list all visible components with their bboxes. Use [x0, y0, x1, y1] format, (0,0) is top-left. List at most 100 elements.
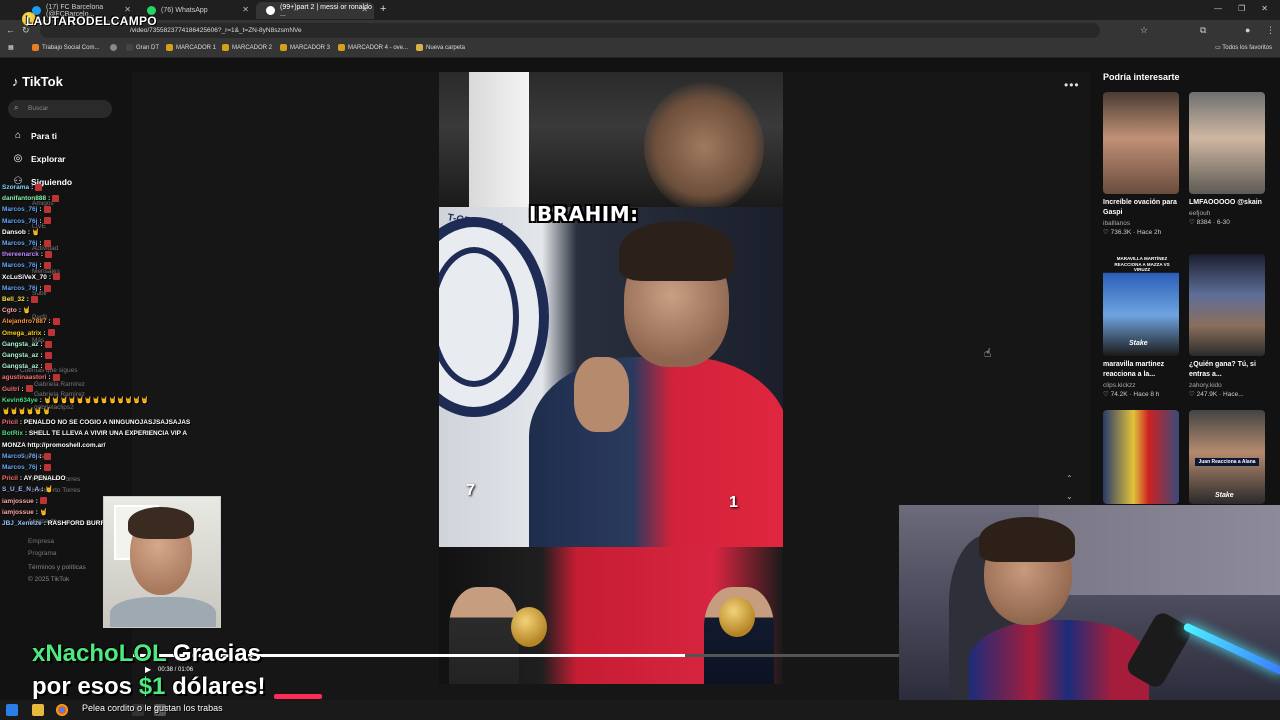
sidebar-faint-item[interactable]: Programa — [28, 550, 57, 557]
new-tab-button[interactable]: + — [380, 3, 386, 15]
chat-username[interactable]: Gangsta_az — [2, 363, 39, 370]
chat-text: : — [43, 329, 46, 337]
chat-username[interactable]: Kevin634ye — [2, 397, 38, 404]
recommended-author[interactable]: zahory.kido — [1189, 382, 1267, 389]
emote-icon — [35, 183, 43, 191]
bookmarks-bar: ▦ Trabajo Social Com... Gran DT MARCADOR… — [0, 41, 1280, 58]
chat-username[interactable]: iamjossue — [2, 509, 34, 516]
chat-username[interactable]: Marcos_76j — [2, 464, 37, 471]
home-icon: ⌂ — [14, 130, 22, 141]
emote-icon — [52, 374, 60, 382]
sidebar-item-label: Para ti — [31, 130, 57, 141]
chat-text: : — [39, 217, 42, 225]
video-player[interactable]: T-GERMAIN IBRAHIM: 7 1 — [439, 72, 783, 684]
tiktok-logo[interactable]: ♪ TikTok — [12, 74, 63, 89]
url-input[interactable]: /video/7355823774186425606?_r=1&_t=ZN-8y… — [40, 23, 1100, 38]
chat-username[interactable]: Gangsta_az — [2, 341, 39, 348]
chat-message: agustinaastori: — [2, 372, 202, 383]
chat-username[interactable]: thereenarck — [2, 251, 39, 258]
chat-username[interactable]: XcLuSiVeX_70 — [2, 274, 47, 281]
file-explorer-icon[interactable] — [32, 704, 44, 716]
chat-text: : — [40, 363, 43, 371]
back-icon[interactable]: ← — [6, 25, 15, 35]
chat-username[interactable]: Marcos_76j — [2, 262, 37, 269]
chat-username[interactable]: Omega_atrix — [2, 330, 41, 337]
chat-username[interactable]: JBJ_Xenelze — [2, 520, 42, 527]
windows-start-icon[interactable] — [6, 704, 18, 716]
close-icon[interactable]: ✕ — [242, 5, 249, 14]
star-icon[interactable]: ☆ — [1140, 25, 1148, 36]
emote-icon — [52, 273, 60, 281]
recommended-card[interactable]: MARAVILLA MARTÍNEZ REACCIONA A MAZZA VS … — [1103, 254, 1181, 398]
chat-username[interactable]: Pricil — [2, 419, 18, 426]
emote-icon — [30, 295, 38, 303]
chat-username[interactable]: Marcos_76j — [2, 285, 37, 292]
extensions-icon[interactable]: ⧉ — [1200, 25, 1206, 36]
all-bookmarks[interactable]: ▭ Todos los favoritos — [1215, 44, 1272, 51]
bookmark-item[interactable]: MARCADOR 2 — [222, 44, 272, 51]
bookmark-item[interactable] — [110, 44, 117, 51]
chat-username[interactable]: iamjossue — [2, 498, 34, 505]
chat-username[interactable]: Marcos_76j — [2, 206, 37, 213]
player-jersey — [529, 357, 783, 557]
chat-username[interactable]: Pricil — [2, 475, 18, 482]
maximize-icon[interactable]: ❐ — [1238, 4, 1245, 13]
chat-username[interactable]: Alejandro7887 — [2, 318, 46, 325]
apps-icon[interactable]: ▦ — [8, 44, 14, 51]
recommended-author[interactable]: clips.kickzz — [1103, 382, 1181, 389]
chat-username[interactable]: BotRix — [2, 430, 23, 437]
minimize-icon[interactable]: — — [1214, 4, 1222, 13]
scroll-down-icon[interactable]: ⌄ — [1066, 492, 1073, 501]
chat-username[interactable]: Cgto — [2, 307, 17, 314]
profile-icon[interactable]: ● — [1245, 25, 1250, 35]
close-icon[interactable]: ✕ — [361, 5, 368, 14]
menu-icon[interactable]: ⋮ — [1266, 25, 1275, 36]
chat-username[interactable]: Marcos_76j — [2, 218, 37, 225]
bookmark-item[interactable]: MARCADOR 3 — [280, 44, 330, 51]
chat-username[interactable]: danifanton888 — [2, 195, 46, 202]
more-options-icon[interactable]: ••• — [1064, 78, 1080, 92]
recommended-card[interactable]: ¿Quién gana? Tú, si entras a... zahory.k… — [1189, 254, 1267, 398]
chat-message: Szorama: — [2, 182, 202, 193]
recommended-card[interactable]: LMFAOOOOO @skain eefjouh ♡ 8384 · 6-30 — [1189, 92, 1267, 226]
chat-username[interactable]: Marcos_76j — [2, 453, 37, 460]
chat-username[interactable]: Gangsta_az — [2, 352, 39, 359]
bookmark-item[interactable]: Gran DT — [126, 44, 159, 51]
all-bookmarks-label: Todos los favoritos — [1222, 45, 1272, 51]
chat-username[interactable]: agustinaastori — [2, 374, 46, 381]
chat-message: BotRix: SHELL TE LLEVA A VIVIR UNA EXPER… — [2, 428, 202, 439]
bookmark-item[interactable]: MARCADOR 4 - ove... — [338, 44, 408, 51]
chat-message: Marcos_76j: — [2, 451, 202, 462]
bookmark-folder[interactable]: Nueva carpeta — [416, 44, 465, 51]
sidebar-faint-item[interactable]: Empresa — [28, 538, 54, 545]
recommended-card[interactable]: Juan Reacciona a Alana Stake — [1189, 410, 1267, 504]
recommended-author[interactable]: eefjouh — [1189, 210, 1267, 217]
chat-username[interactable]: Guitri — [2, 386, 19, 393]
recommended-stats: ♡ 736.3K · Hace 2h — [1103, 228, 1181, 236]
sidebar-item-para-ti[interactable]: ⌂ Para ti — [12, 130, 57, 141]
chat-username[interactable]: Bell_32 — [2, 296, 25, 303]
search-input[interactable]: ⌕ Buscar — [8, 100, 112, 118]
footer-terms[interactable]: Términos y políticas — [28, 564, 86, 571]
close-icon[interactable]: ✕ — [124, 5, 131, 14]
recommended-card[interactable]: Increíble ovación para Gaspi iballlanos … — [1103, 92, 1181, 236]
tab-tiktok[interactable]: (99+)part 2 | messi or ronaldo ... ✕ — [256, 2, 374, 19]
chat-username[interactable]: S_U_E_N_A — [2, 486, 39, 493]
sidebar-item-explorar[interactable]: ◎ Explorar — [12, 153, 66, 164]
chat-username[interactable]: Dansob — [2, 229, 26, 236]
scroll-up-icon[interactable]: ⌃ — [1066, 474, 1073, 483]
recommended-author[interactable]: iballlanos — [1103, 220, 1181, 227]
tab-label: (76) WhatsApp — [161, 7, 208, 14]
tab-label: (99+)part 2 | messi or ronaldo ... — [280, 3, 372, 18]
chat-username[interactable]: Marcos_76j — [2, 240, 37, 247]
tiktok-icon: ♪ — [12, 74, 19, 89]
chat-message: thereenarck: — [2, 249, 202, 260]
footer-copyright: © 2025 TikTok — [28, 576, 70, 583]
chrome-icon[interactable] — [56, 704, 68, 716]
chat-message: S_U_E_N_A: 🤘 — [2, 484, 202, 495]
close-window-icon[interactable]: ✕ — [1261, 4, 1268, 13]
bookmark-item[interactable]: MARCADOR 1 — [166, 44, 216, 51]
bookmark-item[interactable]: Trabajo Social Com... — [32, 44, 99, 51]
recommended-card[interactable] — [1103, 410, 1181, 504]
chat-username[interactable]: Szorama — [2, 184, 29, 191]
